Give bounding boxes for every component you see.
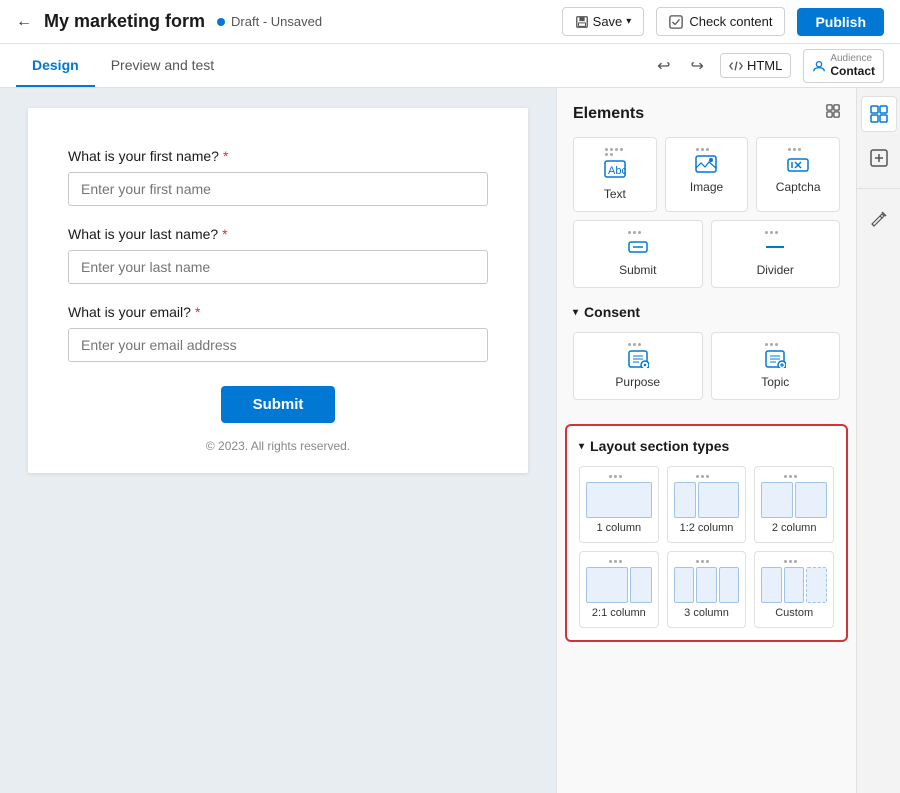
audience-icon: [812, 59, 826, 73]
elements-section: Elements Abc Text: [557, 88, 856, 304]
element-topic[interactable]: Topic: [711, 332, 841, 400]
last-name-label: What is your last name? *: [68, 226, 488, 242]
form-footer: © 2023. All rights reserved.: [68, 439, 488, 453]
layout-custom[interactable]: Custom: [754, 551, 834, 628]
tab-preview[interactable]: Preview and test: [95, 45, 231, 87]
main-area: What is your first name? * What is your …: [0, 88, 900, 793]
tab-design[interactable]: Design: [16, 45, 95, 87]
audience-selector[interactable]: Audience Contact: [803, 49, 884, 83]
audience-value: Contact: [830, 64, 875, 78]
element-captcha[interactable]: Captcha: [756, 137, 840, 212]
add-icon: [870, 149, 888, 167]
layout-2col-label: 2 column: [761, 522, 827, 534]
submit-button[interactable]: Submit: [221, 386, 336, 423]
publish-button[interactable]: Publish: [797, 8, 884, 36]
submit-container: Submit: [68, 386, 488, 423]
required-star-2: *: [222, 226, 227, 242]
element-purpose-label: Purpose: [582, 375, 694, 389]
element-captcha-label: Captcha: [765, 180, 831, 194]
sidebar-icons: [856, 88, 900, 793]
draft-status: Draft - Unsaved: [217, 14, 322, 29]
audience-label: Audience: [830, 54, 875, 64]
consent-grid: Purpose Topic: [573, 332, 840, 400]
elements-grid: Abc Text Image: [573, 137, 840, 212]
element-text-label: Text: [582, 187, 648, 201]
check-content-label: Check content: [689, 14, 772, 29]
element-divider-label: Divider: [720, 263, 832, 277]
elements-icon: [870, 105, 888, 123]
email-group: What is your email? *: [68, 304, 488, 362]
layout-1col-label: 1 column: [586, 522, 652, 534]
status-dot: [217, 18, 225, 26]
page-title: My marketing form: [44, 11, 205, 32]
elements-row2: Submit Divider: [573, 220, 840, 288]
form-canvas: What is your first name? * What is your …: [0, 88, 556, 793]
sidebar-edit-button[interactable]: [861, 201, 897, 237]
header: ← My marketing form Draft - Unsaved Save…: [0, 0, 900, 44]
element-purpose[interactable]: Purpose: [573, 332, 703, 400]
required-star-3: *: [195, 304, 200, 320]
elements-title: Elements: [573, 104, 840, 123]
consent-title: Consent: [584, 304, 640, 320]
save-label: Save: [593, 14, 623, 29]
consent-header: ▾ Consent: [573, 304, 840, 320]
html-button[interactable]: HTML: [720, 53, 791, 78]
sub-actions: ↩ ↪ HTML Audience Contact: [653, 49, 884, 83]
layout-grid: 1 column 1:2 column: [579, 466, 834, 628]
email-label: What is your email? *: [68, 304, 488, 320]
consent-section: ▾ Consent Purpose: [557, 304, 856, 416]
first-name-group: What is your first name? *: [68, 148, 488, 206]
check-icon: [669, 15, 683, 29]
check-content-button[interactable]: Check content: [656, 7, 785, 36]
layout-12col-label: 1:2 column: [674, 522, 740, 534]
element-image[interactable]: Image: [665, 137, 749, 212]
sidebar-add-button[interactable]: [861, 140, 897, 176]
layout-3col[interactable]: 3 column: [667, 551, 747, 628]
consent-chevron[interactable]: ▾: [573, 307, 578, 318]
layout-21col-label: 2:1 column: [586, 607, 652, 619]
undo-button[interactable]: ↩: [653, 52, 674, 80]
redo-button[interactable]: ↪: [687, 52, 708, 80]
svg-text:Abc: Abc: [608, 165, 626, 177]
elements-panel: Elements Abc Text: [556, 88, 856, 793]
back-button[interactable]: ←: [16, 13, 32, 31]
sidebar-elements-button[interactable]: [861, 96, 897, 132]
layout-1col[interactable]: 1 column: [579, 466, 659, 543]
edit-icon: [870, 210, 888, 228]
publish-label: Publish: [815, 14, 866, 30]
layout-12col[interactable]: 1:2 column: [667, 466, 747, 543]
last-name-input[interactable]: [68, 250, 488, 284]
element-submit[interactable]: Submit: [573, 220, 703, 288]
first-name-input[interactable]: [68, 172, 488, 206]
layout-section-title: Layout section types: [590, 438, 729, 454]
html-icon: [729, 59, 743, 73]
layout-section: ▾ Layout section types 1 column: [565, 424, 848, 642]
element-text[interactable]: Abc Text: [573, 137, 657, 212]
layout-custom-label: Custom: [761, 607, 827, 619]
layout-chevron[interactable]: ▾: [579, 441, 584, 452]
layout-21col[interactable]: 2:1 column: [579, 551, 659, 628]
element-submit-label: Submit: [582, 263, 694, 277]
html-label: HTML: [747, 58, 782, 73]
email-input[interactable]: [68, 328, 488, 362]
save-chevron-icon[interactable]: ▾: [626, 16, 631, 27]
save-icon: [575, 15, 589, 29]
element-divider[interactable]: Divider: [711, 220, 841, 288]
required-star-1: *: [223, 148, 228, 164]
layout-2col[interactable]: 2 column: [754, 466, 834, 543]
layout-section-header: ▾ Layout section types: [579, 438, 834, 454]
element-topic-label: Topic: [720, 375, 832, 389]
layout-3col-label: 3 column: [674, 607, 740, 619]
last-name-group: What is your last name? *: [68, 226, 488, 284]
status-text: Draft - Unsaved: [231, 14, 322, 29]
form-preview: What is your first name? * What is your …: [28, 108, 528, 473]
sub-header: Design Preview and test ↩ ↪ HTML Audienc…: [0, 44, 900, 88]
first-name-label: What is your first name? *: [68, 148, 488, 164]
save-button[interactable]: Save ▾: [562, 7, 645, 36]
panel-resize-icon[interactable]: [826, 104, 840, 123]
element-image-label: Image: [674, 180, 740, 194]
